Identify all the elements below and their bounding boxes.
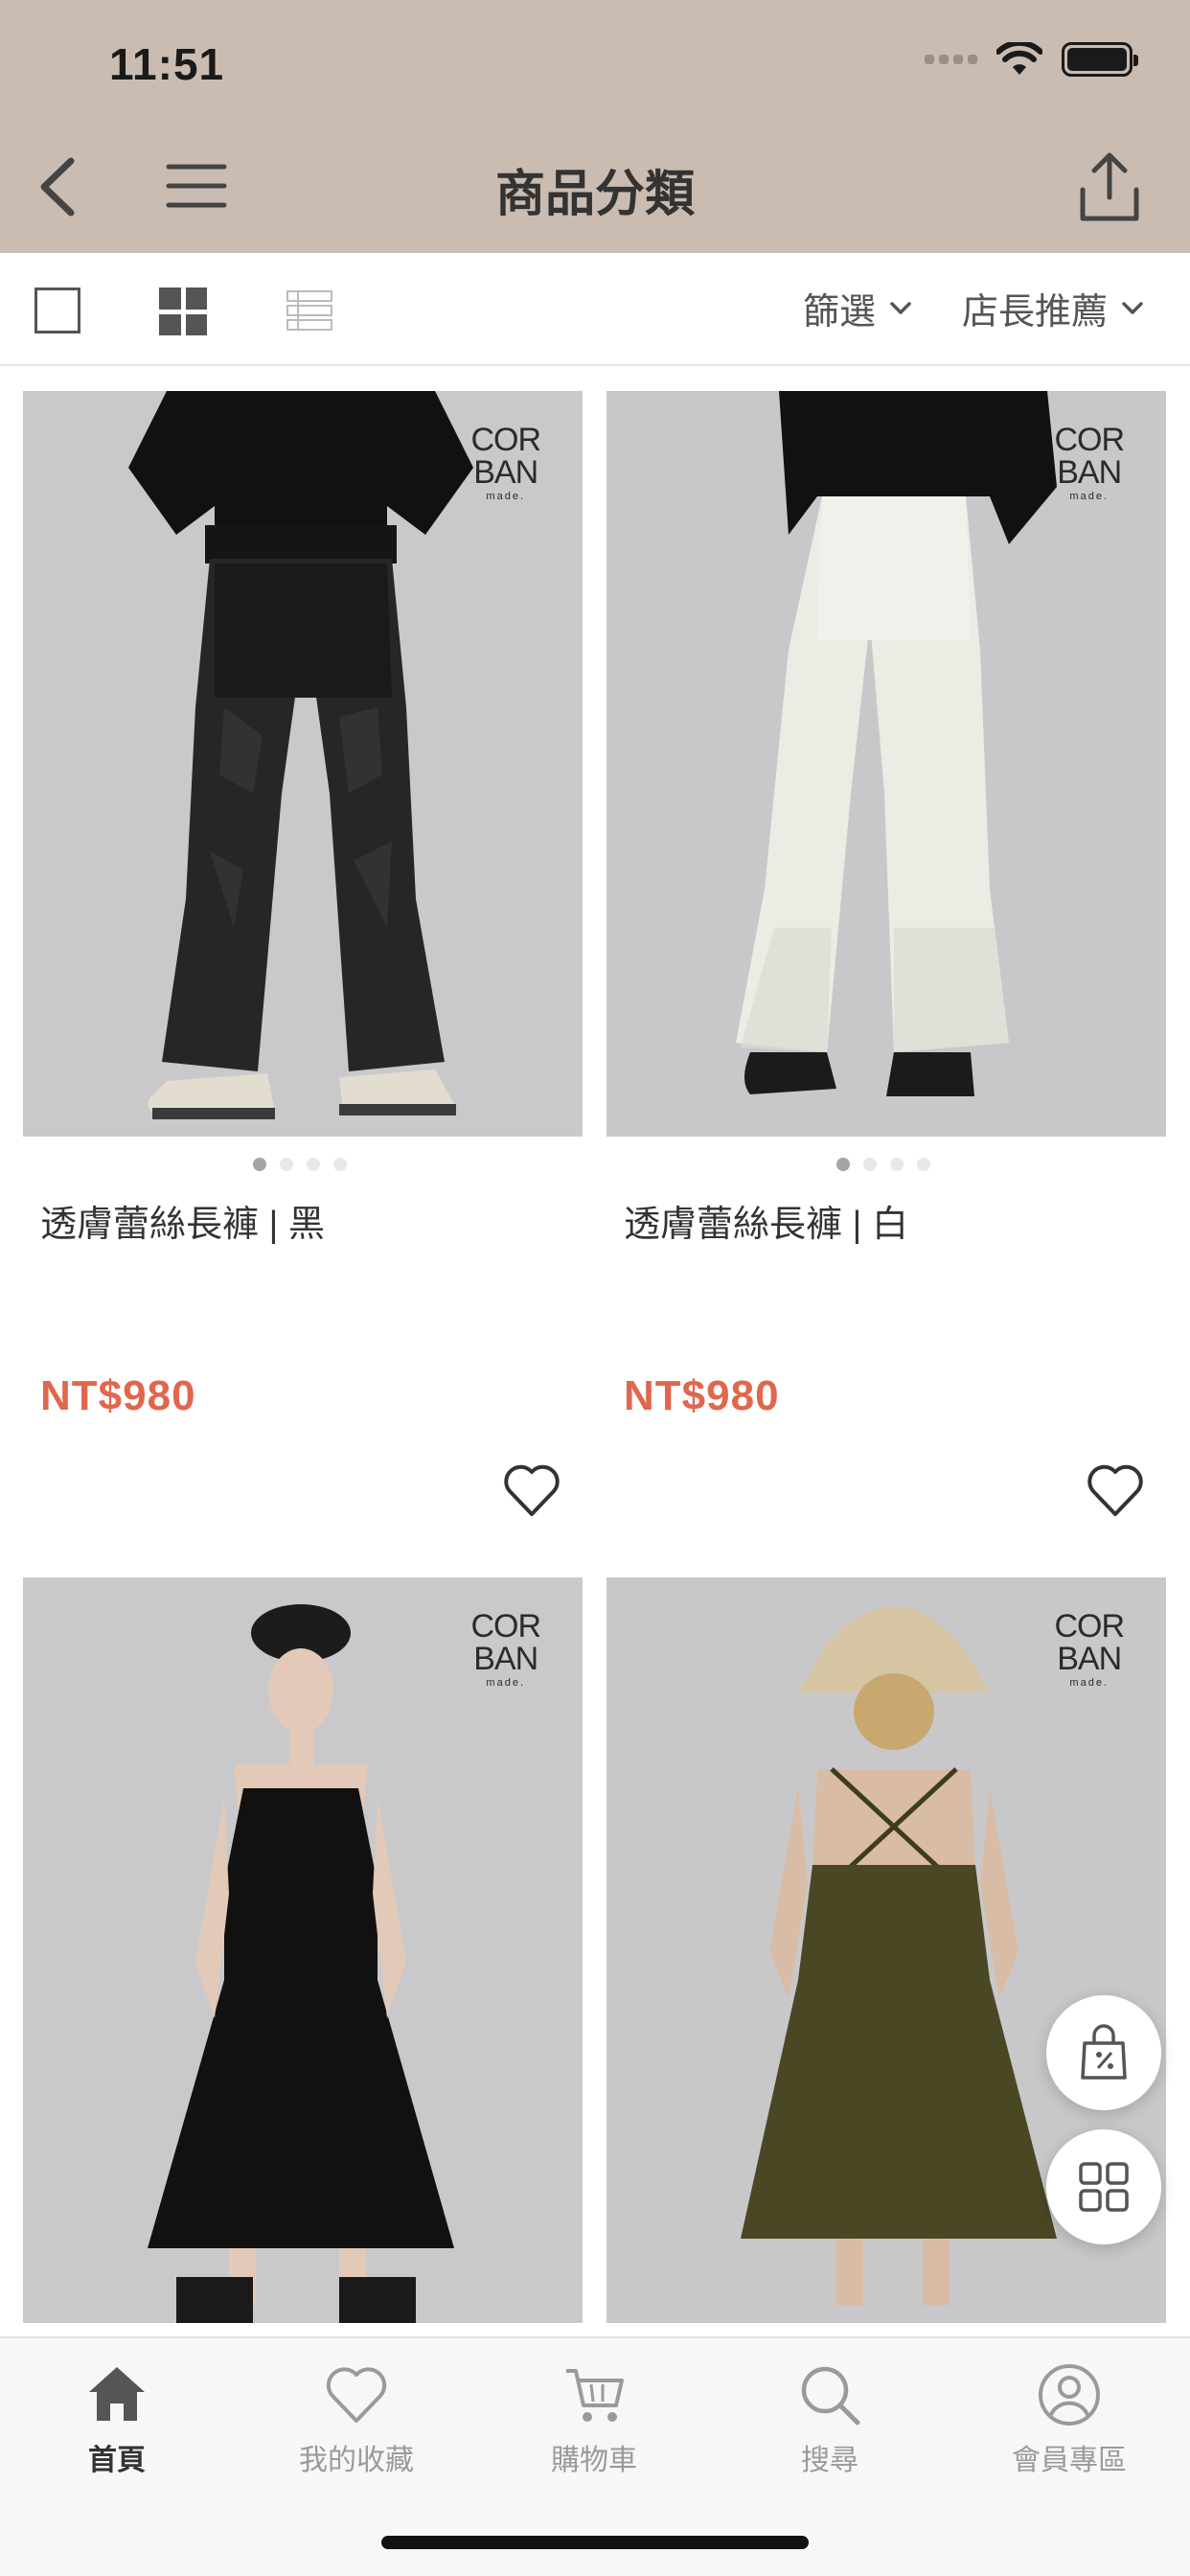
tab-label: 搜尋 (801, 2445, 858, 2476)
brand-logo: COR BAN made. (470, 1608, 541, 1689)
sort-button[interactable]: 店長推薦 (962, 282, 1144, 334)
favorite-heart-icon[interactable] (1086, 1462, 1145, 1518)
image-pagination-dots (836, 1158, 930, 1171)
signal-icon (925, 55, 977, 64)
product-card[interactable]: COR BAN made. 透膚蕾絲長褲 | 白 NT$980 (606, 391, 1166, 1516)
brand-logo: COR BAN made. (470, 422, 541, 502)
chevron-down-icon (890, 301, 911, 314)
tab-member[interactable]: 會員專區 (973, 2361, 1165, 2478)
filter-label: 篩選 (803, 292, 877, 333)
user-icon (1039, 2364, 1100, 2426)
product-photo-figure (606, 391, 1166, 1137)
filter-button[interactable]: 篩選 (803, 282, 912, 334)
product-image[interactable]: COR BAN made. (23, 1577, 583, 2323)
brand-logo: COR BAN made. (1054, 1608, 1125, 1689)
brand-logo: COR BAN made. (1054, 422, 1125, 502)
chevron-down-icon (1122, 301, 1143, 314)
product-image[interactable]: COR BAN made. (23, 391, 583, 1137)
tab-label: 會員專區 (1012, 2445, 1127, 2476)
tab-label: 購物車 (551, 2445, 637, 2476)
tab-search[interactable]: 搜尋 (734, 2361, 926, 2478)
favorite-heart-icon[interactable] (502, 1462, 561, 1518)
tab-favorites[interactable]: 我的收藏 (261, 2361, 452, 2478)
product-photo-figure (23, 1577, 583, 2323)
tab-home[interactable]: 首頁 (21, 2361, 213, 2478)
product-card[interactable]: COR BAN made. (23, 1577, 583, 2323)
status-icons (925, 42, 1138, 77)
heart-icon (326, 2367, 387, 2423)
single-view-icon[interactable] (34, 288, 80, 334)
grid-icon (1079, 2162, 1129, 2212)
share-icon[interactable] (1075, 151, 1144, 224)
home-indicator (381, 2536, 809, 2549)
page-title: 商品分類 (494, 167, 695, 222)
cart-icon (566, 2369, 624, 2422)
product-name[interactable]: 透膚蕾絲長褲 | 黑 (40, 1194, 325, 1247)
tab-label: 我的收藏 (299, 2445, 414, 2476)
wifi-icon (996, 42, 1042, 75)
product-price: NT$980 (40, 1372, 196, 1419)
top-bar: 11:51 商品分類 (0, 0, 1190, 253)
image-pagination-dots (253, 1158, 347, 1171)
tab-label: 首頁 (88, 2445, 146, 2476)
shopping-bag-discount-icon (1081, 2024, 1127, 2080)
tab-cart[interactable]: 購物車 (498, 2361, 690, 2478)
status-time: 11:51 (109, 39, 225, 89)
battery-icon (1062, 42, 1138, 77)
product-price: NT$980 (624, 1372, 780, 1419)
product-image[interactable]: COR BAN made. (606, 391, 1166, 1137)
list-view-icon[interactable] (286, 289, 333, 332)
home-icon (89, 2367, 145, 2421)
category-grid-button[interactable] (1046, 2129, 1161, 2244)
product-card[interactable]: COR BAN made. 透膚蕾絲長褲 | 黑 NT$980 (23, 391, 583, 1516)
search-icon (801, 2366, 860, 2426)
product-photo-figure (23, 391, 583, 1137)
product-name[interactable]: 透膚蕾絲長褲 | 白 (624, 1194, 908, 1247)
sort-label: 店長推薦 (962, 292, 1109, 333)
view-toolbar: 篩選 店長推薦 (0, 253, 1190, 366)
promo-bag-button[interactable] (1046, 1995, 1161, 2110)
grid-view-icon[interactable] (159, 288, 207, 335)
